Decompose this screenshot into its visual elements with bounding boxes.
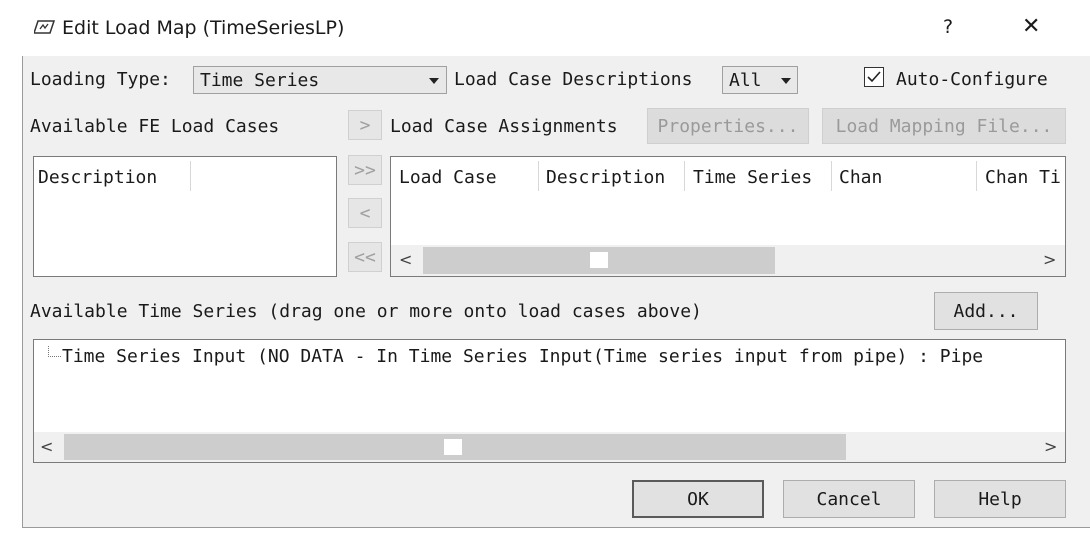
column-header-chan-ti[interactable]: Chan Ti [985,167,1061,188]
auto-configure-checkbox[interactable] [864,67,884,87]
column-header-time-series[interactable]: Time Series [693,167,812,188]
loading-type-value: Time Series [200,70,320,91]
horizontal-scrollbar[interactable]: < > [391,245,1065,276]
close-icon[interactable]: ✕ [1022,14,1040,39]
window-title: Edit Load Map (TimeSeriesLP) [62,17,345,39]
remove-all-button[interactable]: << [348,242,382,272]
scroll-left-icon[interactable]: < [40,437,53,456]
scroll-grip [590,252,608,268]
add-all-button[interactable]: >> [348,155,382,185]
column-divider [538,161,539,191]
help-icon[interactable]: ? [943,16,953,38]
horizontal-scrollbar[interactable]: < > [34,432,1065,462]
tree-connector-icon [48,346,61,357]
loading-type-label: Loading Type: [30,69,171,90]
available-time-series-label: Available Time Series (drag one or more … [30,301,702,322]
column-header-description[interactable]: Description [38,167,157,188]
load-case-descriptions-label: Load Case Descriptions [454,69,693,90]
ok-button[interactable]: OK [632,480,764,518]
column-divider [976,161,977,191]
fe-load-cases-list[interactable]: Description [33,156,337,277]
properties-button[interactable]: Properties... [647,108,809,144]
app-icon [32,18,56,36]
tree-item-time-series-input[interactable]: Time Series Input (NO DATA - In Time Ser… [62,346,983,367]
column-divider [831,161,832,191]
load-mapping-file-button[interactable]: Load Mapping File... [822,108,1066,144]
column-divider [684,161,685,191]
scroll-right-icon[interactable]: > [1044,437,1057,456]
loading-type-dropdown[interactable]: Time Series [193,66,447,94]
column-header-chan[interactable]: Chan [839,167,882,188]
add-time-series-button[interactable]: Add... [934,292,1038,330]
column-header-description[interactable]: Description [546,167,665,188]
descriptions-dropdown[interactable]: All [722,66,798,94]
descriptions-value: All [729,70,762,91]
add-one-button[interactable]: > [348,110,382,140]
load-case-assignments-table[interactable]: Load Case Description Time Series Chan C… [390,156,1066,277]
scroll-left-icon[interactable]: < [399,250,412,269]
scroll-right-icon[interactable]: > [1043,250,1056,269]
checkmark-icon [867,71,881,83]
auto-configure-label: Auto-Configure [896,69,1048,90]
available-fe-load-cases-label: Available FE Load Cases [30,116,280,137]
load-case-assignments-label: Load Case Assignments [390,116,618,137]
help-button[interactable]: Help [934,480,1066,518]
remove-one-button[interactable]: < [348,198,382,228]
column-divider [190,161,191,191]
chevron-down-icon [428,73,440,92]
cancel-button[interactable]: Cancel [783,480,915,518]
scroll-grip [444,439,462,455]
chevron-down-icon [780,73,792,92]
time-series-tree[interactable]: Time Series Input (NO DATA - In Time Ser… [33,339,1066,463]
column-header-load-case[interactable]: Load Case [399,167,497,188]
